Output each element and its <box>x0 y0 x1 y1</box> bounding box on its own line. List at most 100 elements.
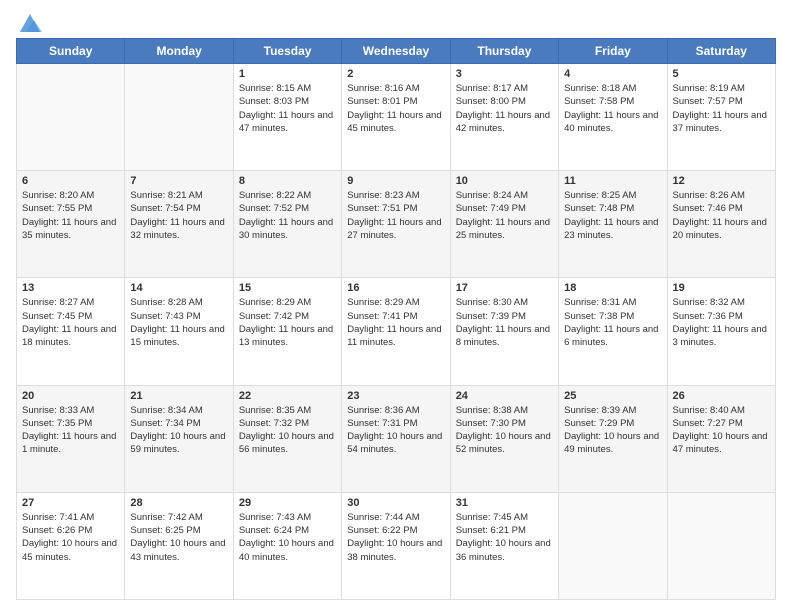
day-number: 12 <box>673 175 770 187</box>
calendar-cell: 23 Sunrise: 8:36 AM Sunset: 7:31 PM Dayli… <box>342 385 450 492</box>
day-info: Sunrise: 8:31 AM Sunset: 7:38 PM Dayligh… <box>564 296 661 349</box>
calendar-cell <box>559 492 667 599</box>
day-info: Sunrise: 8:20 AM Sunset: 7:55 PM Dayligh… <box>22 189 119 242</box>
calendar-cell <box>17 64 125 171</box>
calendar-header-row: SundayMondayTuesdayWednesdayThursdayFrid… <box>17 39 776 64</box>
calendar-cell: 2 Sunrise: 8:16 AM Sunset: 8:01 PM Daylig… <box>342 64 450 171</box>
calendar-cell: 12 Sunrise: 8:26 AM Sunset: 7:46 PM Dayli… <box>667 171 775 278</box>
day-info: Sunrise: 8:25 AM Sunset: 7:48 PM Dayligh… <box>564 189 661 242</box>
day-info: Sunrise: 8:17 AM Sunset: 8:00 PM Dayligh… <box>456 82 553 135</box>
calendar-cell <box>667 492 775 599</box>
day-info: Sunrise: 8:33 AM Sunset: 7:35 PM Dayligh… <box>22 404 119 457</box>
day-number: 14 <box>130 282 227 294</box>
day-number: 6 <box>22 175 119 187</box>
day-number: 17 <box>456 282 553 294</box>
header <box>16 12 776 30</box>
day-info: Sunrise: 8:36 AM Sunset: 7:31 PM Dayligh… <box>347 404 444 457</box>
calendar-cell: 28Sunrise: 7:42 AM Sunset: 6:25 PM Dayli… <box>125 492 233 599</box>
day-number: 19 <box>673 282 770 294</box>
calendar-week-4: 20 Sunrise: 8:33 AM Sunset: 7:35 PM Dayli… <box>17 385 776 492</box>
day-info: Sunrise: 8:19 AM Sunset: 7:57 PM Dayligh… <box>673 82 770 135</box>
day-number: 3 <box>456 68 553 80</box>
day-header-friday: Friday <box>559 39 667 64</box>
day-info: Sunrise: 8:29 AM Sunset: 7:42 PM Dayligh… <box>239 296 336 349</box>
day-header-saturday: Saturday <box>667 39 775 64</box>
day-number: 13 <box>22 282 119 294</box>
calendar-table: SundayMondayTuesdayWednesdayThursdayFrid… <box>16 38 776 600</box>
day-info: Sunrise: 8:18 AM Sunset: 7:58 PM Dayligh… <box>564 82 661 135</box>
calendar-week-3: 13 Sunrise: 8:27 AM Sunset: 7:45 PM Dayli… <box>17 278 776 385</box>
day-info: Sunrise: 8:32 AM Sunset: 7:36 PM Dayligh… <box>673 296 770 349</box>
day-number: 24 <box>456 390 553 402</box>
day-info: Sunrise: 8:22 AM Sunset: 7:52 PM Dayligh… <box>239 189 336 242</box>
calendar-cell: 13 Sunrise: 8:27 AM Sunset: 7:45 PM Dayli… <box>17 278 125 385</box>
day-number: 11 <box>564 175 661 187</box>
day-number: 15 <box>239 282 336 294</box>
calendar-cell: 4Sunrise: 8:18 AM Sunset: 7:58 PM Daylig… <box>559 64 667 171</box>
day-info: Sunrise: 8:26 AM Sunset: 7:46 PM Dayligh… <box>673 189 770 242</box>
calendar-cell: 30 Sunrise: 7:44 AM Sunset: 6:22 PM Dayli… <box>342 492 450 599</box>
day-info: Sunrise: 7:44 AM Sunset: 6:22 PM Dayligh… <box>347 511 444 564</box>
calendar-cell: 24 Sunrise: 8:38 AM Sunset: 7:30 PM Dayli… <box>450 385 558 492</box>
day-info: Sunrise: 8:27 AM Sunset: 7:45 PM Dayligh… <box>22 296 119 349</box>
day-info: Sunrise: 8:30 AM Sunset: 7:39 PM Dayligh… <box>456 296 553 349</box>
calendar-cell: 14 Sunrise: 8:28 AM Sunset: 7:43 PM Dayli… <box>125 278 233 385</box>
day-header-wednesday: Wednesday <box>342 39 450 64</box>
day-number: 7 <box>130 175 227 187</box>
day-info: Sunrise: 8:16 AM Sunset: 8:01 PM Dayligh… <box>347 82 444 135</box>
day-info: Sunrise: 8:28 AM Sunset: 7:43 PM Dayligh… <box>130 296 227 349</box>
day-number: 1 <box>239 68 336 80</box>
calendar-cell: 18Sunrise: 8:31 AM Sunset: 7:38 PM Dayli… <box>559 278 667 385</box>
calendar-cell: 9 Sunrise: 8:23 AM Sunset: 7:51 PM Daylig… <box>342 171 450 278</box>
calendar-week-5: 27Sunrise: 7:41 AM Sunset: 6:26 PM Dayli… <box>17 492 776 599</box>
day-number: 10 <box>456 175 553 187</box>
day-header-monday: Monday <box>125 39 233 64</box>
calendar-cell: 21Sunrise: 8:34 AM Sunset: 7:34 PM Dayli… <box>125 385 233 492</box>
calendar-cell: 25 Sunrise: 8:39 AM Sunset: 7:29 PM Dayli… <box>559 385 667 492</box>
calendar-cell: 17 Sunrise: 8:30 AM Sunset: 7:39 PM Dayli… <box>450 278 558 385</box>
calendar-week-1: 1 Sunrise: 8:15 AM Sunset: 8:03 PM Daylig… <box>17 64 776 171</box>
day-number: 30 <box>347 497 444 509</box>
calendar-cell: 11 Sunrise: 8:25 AM Sunset: 7:48 PM Dayli… <box>559 171 667 278</box>
day-info: Sunrise: 8:38 AM Sunset: 7:30 PM Dayligh… <box>456 404 553 457</box>
day-info: Sunrise: 8:15 AM Sunset: 8:03 PM Dayligh… <box>239 82 336 135</box>
calendar-cell: 8 Sunrise: 8:22 AM Sunset: 7:52 PM Daylig… <box>233 171 341 278</box>
day-info: Sunrise: 8:34 AM Sunset: 7:34 PM Dayligh… <box>130 404 227 457</box>
day-info: Sunrise: 7:43 AM Sunset: 6:24 PM Dayligh… <box>239 511 336 564</box>
day-header-tuesday: Tuesday <box>233 39 341 64</box>
page: SundayMondayTuesdayWednesdayThursdayFrid… <box>0 0 792 612</box>
day-header-thursday: Thursday <box>450 39 558 64</box>
calendar-cell: 20 Sunrise: 8:33 AM Sunset: 7:35 PM Dayli… <box>17 385 125 492</box>
day-number: 28 <box>130 497 227 509</box>
calendar-cell: 3 Sunrise: 8:17 AM Sunset: 8:00 PM Daylig… <box>450 64 558 171</box>
calendar-cell: 26 Sunrise: 8:40 AM Sunset: 7:27 PM Dayli… <box>667 385 775 492</box>
day-number: 23 <box>347 390 444 402</box>
calendar-cell: 15 Sunrise: 8:29 AM Sunset: 7:42 PM Dayli… <box>233 278 341 385</box>
calendar-cell: 7 Sunrise: 8:21 AM Sunset: 7:54 PM Daylig… <box>125 171 233 278</box>
day-info: Sunrise: 8:35 AM Sunset: 7:32 PM Dayligh… <box>239 404 336 457</box>
day-number: 2 <box>347 68 444 80</box>
logo <box>16 12 44 30</box>
day-number: 31 <box>456 497 553 509</box>
day-number: 26 <box>673 390 770 402</box>
day-number: 8 <box>239 175 336 187</box>
day-number: 9 <box>347 175 444 187</box>
day-info: Sunrise: 7:41 AM Sunset: 6:26 PM Dayligh… <box>22 511 119 564</box>
calendar-cell: 16Sunrise: 8:29 AM Sunset: 7:41 PM Dayli… <box>342 278 450 385</box>
day-info: Sunrise: 8:24 AM Sunset: 7:49 PM Dayligh… <box>456 189 553 242</box>
calendar-cell: 22Sunrise: 8:35 AM Sunset: 7:32 PM Dayli… <box>233 385 341 492</box>
day-info: Sunrise: 7:45 AM Sunset: 6:21 PM Dayligh… <box>456 511 553 564</box>
day-number: 20 <box>22 390 119 402</box>
calendar-week-2: 6 Sunrise: 8:20 AM Sunset: 7:55 PM Daylig… <box>17 171 776 278</box>
calendar-cell: 1 Sunrise: 8:15 AM Sunset: 8:03 PM Daylig… <box>233 64 341 171</box>
day-info: Sunrise: 8:21 AM Sunset: 7:54 PM Dayligh… <box>130 189 227 242</box>
calendar-cell: 29 Sunrise: 7:43 AM Sunset: 6:24 PM Dayli… <box>233 492 341 599</box>
day-number: 29 <box>239 497 336 509</box>
day-info: Sunrise: 8:39 AM Sunset: 7:29 PM Dayligh… <box>564 404 661 457</box>
day-info: Sunrise: 8:23 AM Sunset: 7:51 PM Dayligh… <box>347 189 444 242</box>
day-info: Sunrise: 8:40 AM Sunset: 7:27 PM Dayligh… <box>673 404 770 457</box>
calendar-cell <box>125 64 233 171</box>
calendar-cell: 10 Sunrise: 8:24 AM Sunset: 7:49 PM Dayli… <box>450 171 558 278</box>
calendar-cell: 5Sunrise: 8:19 AM Sunset: 7:57 PM Daylig… <box>667 64 775 171</box>
day-number: 25 <box>564 390 661 402</box>
